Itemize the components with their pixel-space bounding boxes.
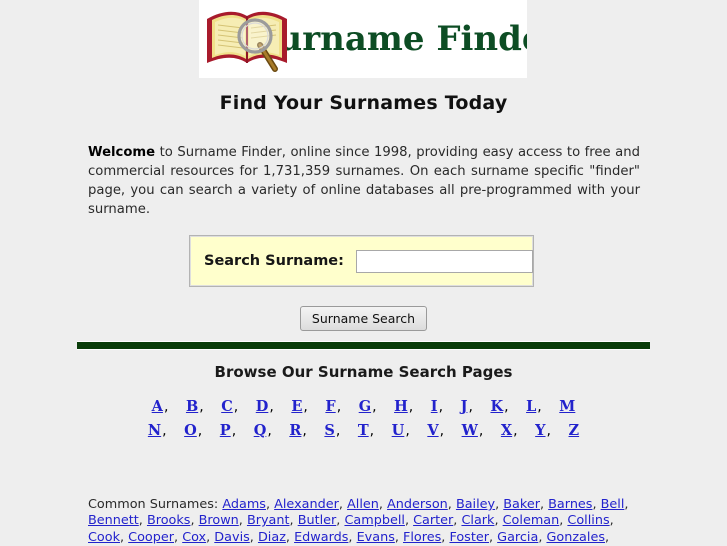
- common-surname-link[interactable]: Adams: [222, 497, 266, 512]
- common-surname-link[interactable]: Coleman: [503, 513, 560, 528]
- alphabet-link-e[interactable]: E: [291, 398, 302, 415]
- alphabet-separator: ,: [438, 399, 444, 415]
- common-surname-link[interactable]: Diaz: [258, 530, 286, 545]
- alphabet-separator: ,: [336, 399, 342, 415]
- alphabet-link-y[interactable]: Y: [535, 422, 545, 439]
- alphabet-separator: ,: [405, 423, 410, 439]
- alphabet-separator: ,: [537, 399, 542, 415]
- alphabet-separator: ,: [335, 423, 341, 439]
- intro-body: to Surname Finder, online since 1998, pr…: [88, 145, 640, 217]
- alphabet-link-b[interactable]: B: [186, 398, 198, 415]
- alphabet-link-o[interactable]: O: [184, 422, 197, 439]
- alphabet-link-j[interactable]: J: [461, 398, 468, 415]
- common-surname-link[interactable]: Cox: [182, 530, 206, 545]
- alphabet-separator: ,: [372, 399, 377, 415]
- common-surnames-block: Common Surnames: Adams, Alexander, Allen…: [88, 497, 640, 546]
- alphabet-separator: ,: [199, 399, 204, 415]
- common-surnames-label: Common Surnames:: [88, 497, 219, 512]
- alphabet-row-second: N, O, P, Q, R, S, T, U, V, W, X, Y, Z: [0, 422, 727, 439]
- alphabet-separator: ,: [504, 399, 509, 415]
- intro-paragraph: Welcome to Surname Finder, online since …: [88, 143, 640, 219]
- alphabet-link-p[interactable]: P: [220, 422, 231, 439]
- common-surname-link[interactable]: Baker: [503, 497, 540, 512]
- common-surname-link[interactable]: Cook: [88, 530, 120, 545]
- alphabet-link-c[interactable]: C: [221, 398, 233, 415]
- common-surname-link[interactable]: Allen: [347, 497, 379, 512]
- search-panel: Search Surname:: [189, 235, 534, 287]
- submit-button-row: Surname Search: [0, 306, 727, 331]
- alphabet-separator: ,: [369, 423, 375, 439]
- common-surname-link[interactable]: Bennett: [88, 513, 139, 528]
- common-surname-link[interactable]: Bryant: [247, 513, 290, 528]
- common-surname-link[interactable]: Campbell: [344, 513, 404, 528]
- alphabet-separator: ,: [302, 423, 307, 439]
- intro-lead: Welcome: [88, 145, 156, 160]
- common-surname-link[interactable]: Bailey: [456, 497, 495, 512]
- surname-search-button[interactable]: Surname Search: [299, 306, 428, 331]
- common-surname-link[interactable]: Bell: [601, 497, 625, 512]
- alphabet-link-v[interactable]: V: [427, 422, 438, 439]
- alphabet-link-t[interactable]: T: [358, 422, 369, 439]
- common-surname-link[interactable]: Collins: [567, 513, 609, 528]
- common-surname-link[interactable]: Barnes: [548, 497, 592, 512]
- alphabet-separator: ,: [197, 423, 203, 439]
- alphabet-link-h[interactable]: H: [394, 398, 408, 415]
- common-surname-link[interactable]: Gonzales: [546, 530, 605, 545]
- alphabet-separator: ,: [408, 399, 414, 415]
- alphabet-separator: ,: [162, 423, 167, 439]
- alphabet-row-first: A, B, C, D, E, F, G, H, I, J, K, L, M: [0, 398, 727, 415]
- common-surname-link[interactable]: Brown: [199, 513, 239, 528]
- alphabet-separator: ,: [303, 399, 308, 415]
- common-surname-link[interactable]: Edwards: [294, 530, 348, 545]
- alphabet-link-u[interactable]: U: [392, 422, 405, 439]
- browse-section-title: Browse Our Surname Search Pages: [214, 363, 513, 381]
- common-surname-link[interactable]: Clark: [461, 513, 494, 528]
- alphabet-separator: ,: [468, 399, 473, 415]
- alphabet-separator: ,: [267, 423, 272, 439]
- alphabet-separator: ,: [231, 423, 237, 439]
- page-title: Find Your Surnames Today: [219, 92, 508, 114]
- alphabet-link-s[interactable]: S: [324, 422, 334, 439]
- alphabet-separator: ,: [546, 423, 551, 439]
- alphabet-link-f[interactable]: F: [325, 398, 335, 415]
- alphabet-separator: ,: [163, 399, 169, 415]
- common-surname-link[interactable]: Evans: [357, 530, 395, 545]
- common-surname-link[interactable]: Foster: [449, 530, 489, 545]
- section-divider: [77, 341, 650, 350]
- alphabet-link-d[interactable]: D: [256, 398, 269, 415]
- common-surname-link[interactable]: Davis: [214, 530, 250, 545]
- search-input[interactable]: [355, 249, 533, 273]
- site-logo-banner: Surname Finder: [199, 0, 527, 78]
- alphabet-link-w[interactable]: W: [462, 422, 478, 439]
- alphabet-separator: ,: [233, 399, 239, 415]
- alphabet-link-q[interactable]: Q: [254, 422, 267, 439]
- alphabet-separator: ,: [269, 399, 274, 415]
- common-surname-link[interactable]: Carter: [413, 513, 453, 528]
- alphabet-separator: ,: [513, 423, 518, 439]
- open-book-with-magnifier-icon: [201, 3, 297, 75]
- alphabet-separator: ,: [478, 423, 484, 439]
- alphabet-link-k[interactable]: K: [490, 398, 503, 415]
- common-surname-link[interactable]: Flores: [403, 530, 441, 545]
- alphabet-link-r[interactable]: R: [289, 422, 301, 439]
- alphabet-link-a[interactable]: A: [152, 398, 163, 415]
- common-surname-link[interactable]: Butler: [298, 513, 337, 528]
- alphabet-separator: ,: [439, 423, 445, 439]
- alphabet-link-z[interactable]: Z: [569, 422, 580, 439]
- alphabet-link-g[interactable]: G: [359, 398, 371, 415]
- common-surname-link[interactable]: Alexander: [274, 497, 339, 512]
- alphabet-link-i[interactable]: I: [431, 398, 438, 415]
- alphabet-link-n[interactable]: N: [148, 422, 161, 439]
- common-surname-link[interactable]: Garcia: [497, 530, 538, 545]
- alphabet-link-l[interactable]: L: [526, 398, 536, 415]
- alphabet-link-x[interactable]: X: [501, 422, 512, 439]
- search-label: Search Surname:: [204, 253, 344, 269]
- common-surname-link[interactable]: Cooper: [128, 530, 174, 545]
- common-surname-link[interactable]: Brooks: [147, 513, 191, 528]
- alphabet-link-m[interactable]: M: [559, 398, 575, 415]
- common-surname-link[interactable]: Anderson: [387, 497, 448, 512]
